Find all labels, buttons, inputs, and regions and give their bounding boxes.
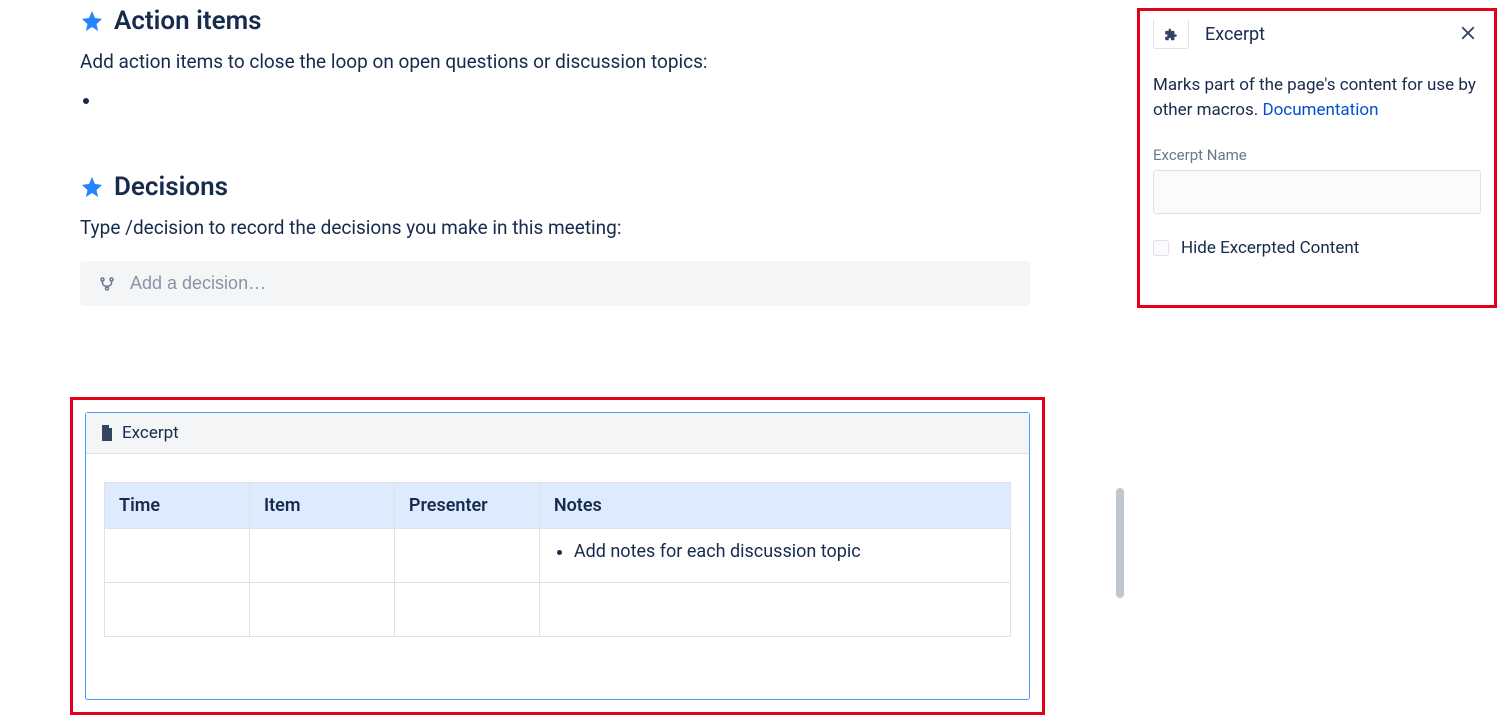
cell-time[interactable] — [105, 529, 250, 583]
excerpt-macro-label: Excerpt — [122, 423, 179, 443]
branch-icon — [98, 275, 116, 293]
table-row[interactable]: Add notes for each discussion topic — [105, 529, 1011, 583]
macro-panel-title: Excerpt — [1205, 24, 1265, 45]
cell-time[interactable] — [105, 583, 250, 637]
cell-presenter[interactable] — [394, 529, 539, 583]
star-icon — [80, 9, 104, 33]
note-bullet[interactable]: Add notes for each discussion topic — [574, 541, 996, 562]
macro-description: Marks part of the page's content for use… — [1153, 73, 1481, 122]
hide-content-label: Hide Excerpted Content — [1181, 238, 1359, 258]
hide-content-checkbox[interactable] — [1153, 240, 1169, 256]
excerpt-name-label: Excerpt Name — [1153, 146, 1481, 164]
excerpt-macro-header[interactable]: Excerpt — [86, 413, 1029, 454]
hide-content-row[interactable]: Hide Excerpted Content — [1153, 238, 1481, 258]
document-icon — [100, 425, 114, 441]
macro-properties-panel: Excerpt Marks part of the page's content… — [1137, 8, 1497, 274]
table-header-row: Time Item Presenter Notes — [105, 483, 1011, 529]
cell-presenter[interactable] — [394, 583, 539, 637]
cell-item[interactable] — [249, 583, 394, 637]
excerpt-macro[interactable]: Excerpt Time Item Presenter Notes — [85, 412, 1030, 700]
decisions-title: Decisions — [114, 172, 228, 202]
scrollbar-track — [1116, 0, 1124, 719]
decision-input[interactable] — [130, 273, 1012, 294]
excerpt-name-input[interactable] — [1153, 170, 1481, 214]
scrollbar-thumb[interactable] — [1116, 488, 1124, 598]
close-icon — [1459, 24, 1477, 42]
excerpt-macro-body[interactable]: Time Item Presenter Notes Add notes for … — [86, 454, 1029, 699]
macro-panel-header: Excerpt — [1153, 20, 1481, 49]
cell-notes[interactable]: Add notes for each discussion topic — [539, 529, 1010, 583]
main-content: Action items Add action items to close t… — [80, 6, 1030, 306]
table-header-notes[interactable]: Notes — [539, 483, 1010, 529]
star-icon — [80, 175, 104, 199]
decision-input-container[interactable] — [80, 261, 1030, 306]
table-row[interactable] — [105, 583, 1011, 637]
discussion-table[interactable]: Time Item Presenter Notes Add notes for … — [104, 482, 1011, 637]
puzzle-icon — [1164, 28, 1178, 42]
table-header-item[interactable]: Item — [249, 483, 394, 529]
action-items-header: Action items — [80, 6, 1030, 36]
decisions-header: Decisions — [80, 172, 1030, 202]
documentation-link[interactable]: Documentation — [1262, 100, 1378, 120]
cell-item[interactable] — [249, 529, 394, 583]
excerpt-highlight-box: Excerpt Time Item Presenter Notes — [70, 397, 1045, 715]
cell-notes[interactable] — [539, 583, 1010, 637]
table-header-presenter[interactable]: Presenter — [394, 483, 539, 529]
action-item-empty[interactable] — [102, 89, 1030, 112]
close-button[interactable] — [1455, 20, 1481, 49]
action-items-description[interactable]: Add action items to close the loop on op… — [80, 50, 1030, 73]
macro-tab[interactable] — [1153, 20, 1189, 49]
action-items-list[interactable] — [80, 89, 1030, 112]
table-header-time[interactable]: Time — [105, 483, 250, 529]
action-items-title: Action items — [114, 6, 262, 36]
decisions-description[interactable]: Type /decision to record the decisions y… — [80, 216, 1030, 239]
